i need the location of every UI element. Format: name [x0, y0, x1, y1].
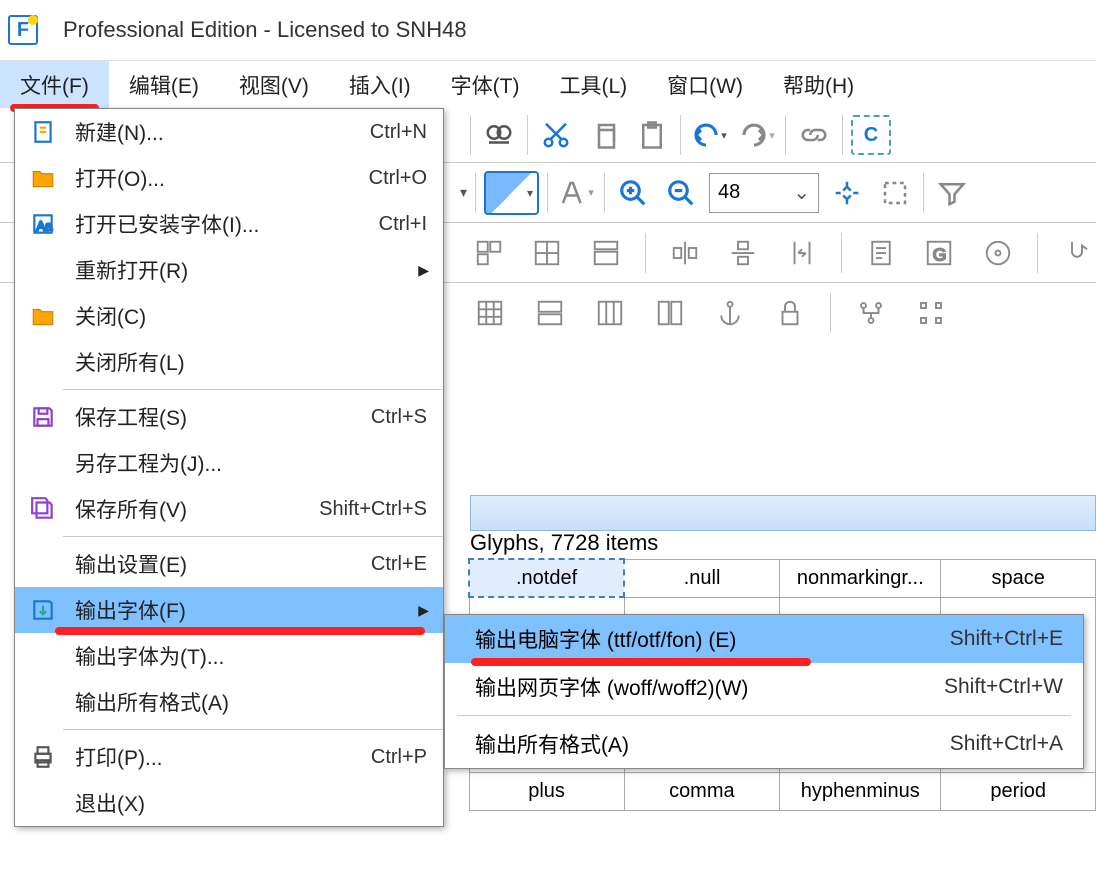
cut-icon[interactable]	[536, 115, 576, 155]
copy-icon[interactable]	[584, 115, 624, 155]
file-menu-item[interactable]: Aa打开已安装字体(I)...Ctrl+I	[15, 201, 443, 247]
distribute-icon[interactable]	[783, 233, 821, 273]
file-menu-item[interactable]: 关闭(C)	[15, 293, 443, 339]
filter-icon[interactable]	[932, 173, 972, 213]
points-icon[interactable]	[911, 293, 951, 333]
grid3-icon[interactable]	[590, 293, 630, 333]
grid1-icon[interactable]	[470, 233, 508, 273]
char-c-icon[interactable]: C	[851, 115, 891, 155]
glyph-cell-comma[interactable]: comma	[624, 772, 779, 810]
window-title: Professional Edition - Licensed to SNH48	[63, 17, 467, 43]
lock-icon[interactable]	[770, 293, 810, 333]
glyph-cell-nonmarking[interactable]: nonmarkingr...	[780, 559, 941, 597]
file-menu-item[interactable]: 输出字体(F)▶	[15, 587, 443, 633]
select-rect-icon[interactable]	[875, 173, 915, 213]
glyph-cell-hyphen[interactable]: hyphenminus	[780, 772, 941, 810]
fit-icon[interactable]	[827, 173, 867, 213]
undo-icon[interactable]: ▾	[689, 115, 729, 155]
hook-icon[interactable]	[1058, 233, 1096, 273]
file-menu-item[interactable]: 新建(N)...Ctrl+N	[15, 109, 443, 155]
glyph-cell-notdef[interactable]: .notdef	[469, 559, 624, 597]
file-menu-item[interactable]: 输出字体为(T)...	[15, 633, 443, 679]
file-menu-item[interactable]: 打印(P)...Ctrl+P	[15, 734, 443, 780]
compass-icon[interactable]	[978, 233, 1016, 273]
panel-title: Glyphs, 7728 items	[470, 530, 658, 556]
file-menu-item[interactable]: 打开(O)...Ctrl+O	[15, 155, 443, 201]
split-icon[interactable]	[650, 293, 690, 333]
file-menu-item[interactable]: 退出(X)	[15, 780, 443, 826]
export-submenu: 输出电脑字体 (ttf/otf/fon) (E)Shift+Ctrl+E输出网页…	[444, 614, 1084, 769]
align-h-icon[interactable]	[666, 233, 704, 273]
paste-icon[interactable]	[632, 115, 672, 155]
text-a-icon[interactable]: ▾	[556, 173, 596, 213]
find-icon[interactable]	[479, 115, 519, 155]
submenu-item[interactable]: 输出所有格式(A)Shift+Ctrl+A	[445, 720, 1083, 768]
menu-insert[interactable]: 插入(I)	[329, 61, 431, 108]
glyph-cell-space[interactable]: space	[941, 559, 1096, 597]
table-icon[interactable]	[470, 293, 510, 333]
menubar: 文件(F) 编辑(E) 视图(V) 插入(I) 字体(T) 工具(L) 窗口(W…	[0, 60, 1096, 108]
file-menu-item[interactable]: 另存工程为(J)...	[15, 440, 443, 486]
glyph-cell-period[interactable]: period	[941, 772, 1096, 810]
fill-mode-button[interactable]	[484, 171, 539, 215]
svg-text:G: G	[933, 244, 947, 264]
g-icon[interactable]: G	[920, 233, 958, 273]
file-menu-item[interactable]: 输出设置(E)Ctrl+E	[15, 541, 443, 587]
app-icon: F	[8, 15, 38, 45]
align-v-icon[interactable]	[724, 233, 762, 273]
menu-window[interactable]: 窗口(W)	[647, 61, 763, 108]
file-menu-dropdown: 新建(N)...Ctrl+N打开(O)...Ctrl+OAa打开已安装字体(I)…	[14, 108, 444, 827]
submenu-item[interactable]: 输出网页字体 (woff/woff2)(W)Shift+Ctrl+W	[445, 663, 1083, 711]
zoom-in-icon[interactable]	[613, 173, 653, 213]
redo-icon[interactable]: ▾	[737, 115, 777, 155]
submenu-item[interactable]: 输出电脑字体 (ttf/otf/fon) (E)Shift+Ctrl+E	[445, 615, 1083, 663]
file-menu-item[interactable]: 输出所有格式(A)	[15, 679, 443, 725]
panel-header	[470, 495, 1096, 531]
menu-edit[interactable]: 编辑(E)	[109, 61, 219, 108]
table2-icon[interactable]	[530, 293, 570, 333]
link-icon[interactable]	[794, 115, 834, 155]
file-menu-item[interactable]: 保存工程(S)Ctrl+S	[15, 394, 443, 440]
layout-icon[interactable]	[587, 233, 625, 273]
menu-tools[interactable]: 工具(L)	[539, 61, 647, 108]
grid2-icon[interactable]	[528, 233, 566, 273]
node-icon[interactable]	[851, 293, 891, 333]
file-menu-item[interactable]: 保存所有(V)Shift+Ctrl+S	[15, 486, 443, 532]
fontsize-input[interactable]: 48	[709, 173, 819, 213]
menu-file[interactable]: 文件(F)	[0, 61, 109, 108]
anchor-icon[interactable]	[710, 293, 750, 333]
file-menu-item[interactable]: 关闭所有(L)	[15, 339, 443, 385]
menu-view[interactable]: 视图(V)	[219, 61, 329, 108]
titlebar: F Professional Edition - Licensed to SNH…	[0, 0, 1096, 60]
svg-text:Aa: Aa	[37, 219, 54, 234]
menu-font[interactable]: 字体(T)	[431, 61, 540, 108]
glyph-cell-plus[interactable]: plus	[469, 772, 624, 810]
file-menu-item[interactable]: 重新打开(R)▶	[15, 247, 443, 293]
menu-help[interactable]: 帮助(H)	[763, 61, 874, 108]
zoom-out-icon[interactable]	[661, 173, 701, 213]
glyph-cell-null[interactable]: .null	[624, 559, 779, 597]
clipboard-icon[interactable]	[862, 233, 900, 273]
